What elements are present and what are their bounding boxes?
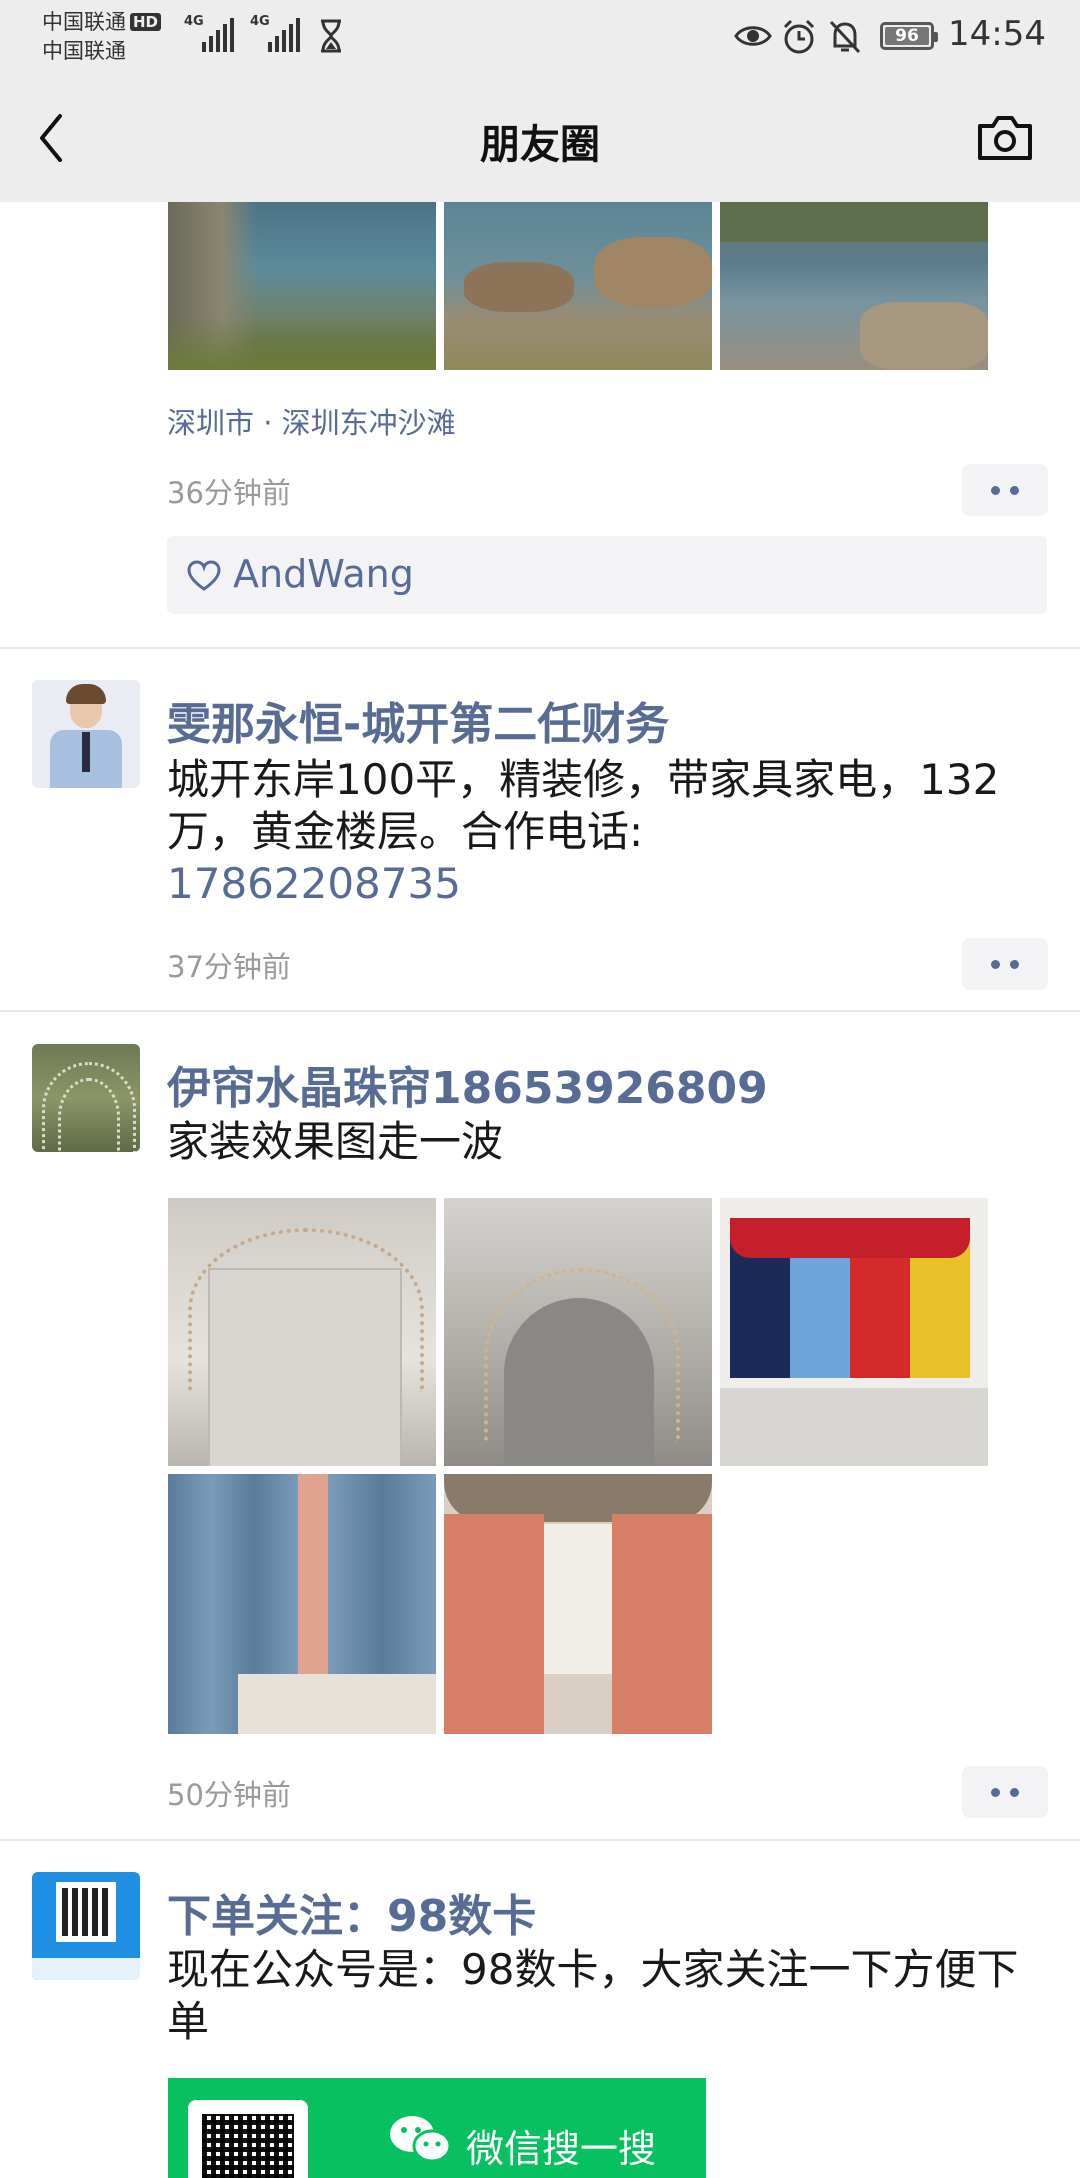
qr-code-icon [188,2100,308,2178]
post-time: 50分钟前 [167,1778,291,1812]
post-time: 37分钟前 [167,950,291,984]
eye-icon [734,26,772,46]
author-name[interactable]: 伊帘水晶珠帘18653926809 [167,1052,768,1116]
carrier-2: 中国联通 [42,39,126,63]
card-text: 微信搜一搜 [466,2127,657,2171]
avatar[interactable] [32,680,140,788]
post-time: 36分钟前 [167,476,291,510]
clock: 14:54 [948,14,1046,54]
photo-curtain-5[interactable] [444,1474,712,1734]
photo-sea-3[interactable] [720,202,988,370]
photo-curtain-4[interactable] [168,1474,436,1734]
author-name[interactable]: 下单关注：98数卡 [167,1880,536,1944]
alarm-icon [783,19,815,54]
author-name[interactable]: 雯那永恒-城开第二任财务 [167,688,669,752]
avatar[interactable] [32,1044,140,1152]
signal-icon-2: 4G [250,14,306,52]
photo-curtain-1[interactable] [168,1198,436,1466]
photo-sea-2[interactable] [444,202,712,370]
camera-icon[interactable] [976,114,1034,162]
wechat-search-card[interactable]: 微信搜一搜 [168,2078,706,2178]
more-actions-button[interactable] [962,1766,1048,1818]
liker-name[interactable]: AndWang [233,552,414,596]
mute-bell-icon [829,20,861,54]
status-bar: 中国联通 HD 中国联通 4G 4G 96 14:54 [0,0,1080,70]
post-divider [0,1839,1080,1841]
likes-box: AndWang [167,536,1047,614]
signal-icon: 4G [184,14,240,52]
hourglass-icon [321,19,341,53]
post-text: 城开东岸100平，精装修，带家具家电，132万，黄金楼层。合作电话: 17862… [167,754,1047,910]
post-text: 家装效果图走一波 [167,1117,504,1166]
photo-curtain-3[interactable] [720,1198,988,1466]
nav-bar: 朋友圈 [0,70,1080,202]
location-link[interactable]: 深圳市 · 深圳东冲沙滩 [167,400,456,442]
battery-icon: 96 [880,22,938,50]
photo-sea-1[interactable] [168,202,436,370]
avatar[interactable] [32,1872,140,1980]
hd-badge: HD [130,13,162,31]
heart-icon [187,560,221,591]
phone-link[interactable]: 17862208735 [167,858,1047,910]
post-divider [0,647,1080,649]
more-actions-button[interactable] [962,464,1048,516]
post-divider [0,1010,1080,1012]
carrier-1: 中国联通 [42,10,126,34]
post-text: 现在公众号是：98数卡，大家关注一下方便下单 [167,1945,1019,2046]
photo-curtain-2[interactable] [444,1198,712,1466]
page-title: 朋友圈 [480,122,600,168]
carrier-info: 中国联通 HD 中国联通 [42,8,162,66]
more-actions-button[interactable] [962,938,1048,990]
